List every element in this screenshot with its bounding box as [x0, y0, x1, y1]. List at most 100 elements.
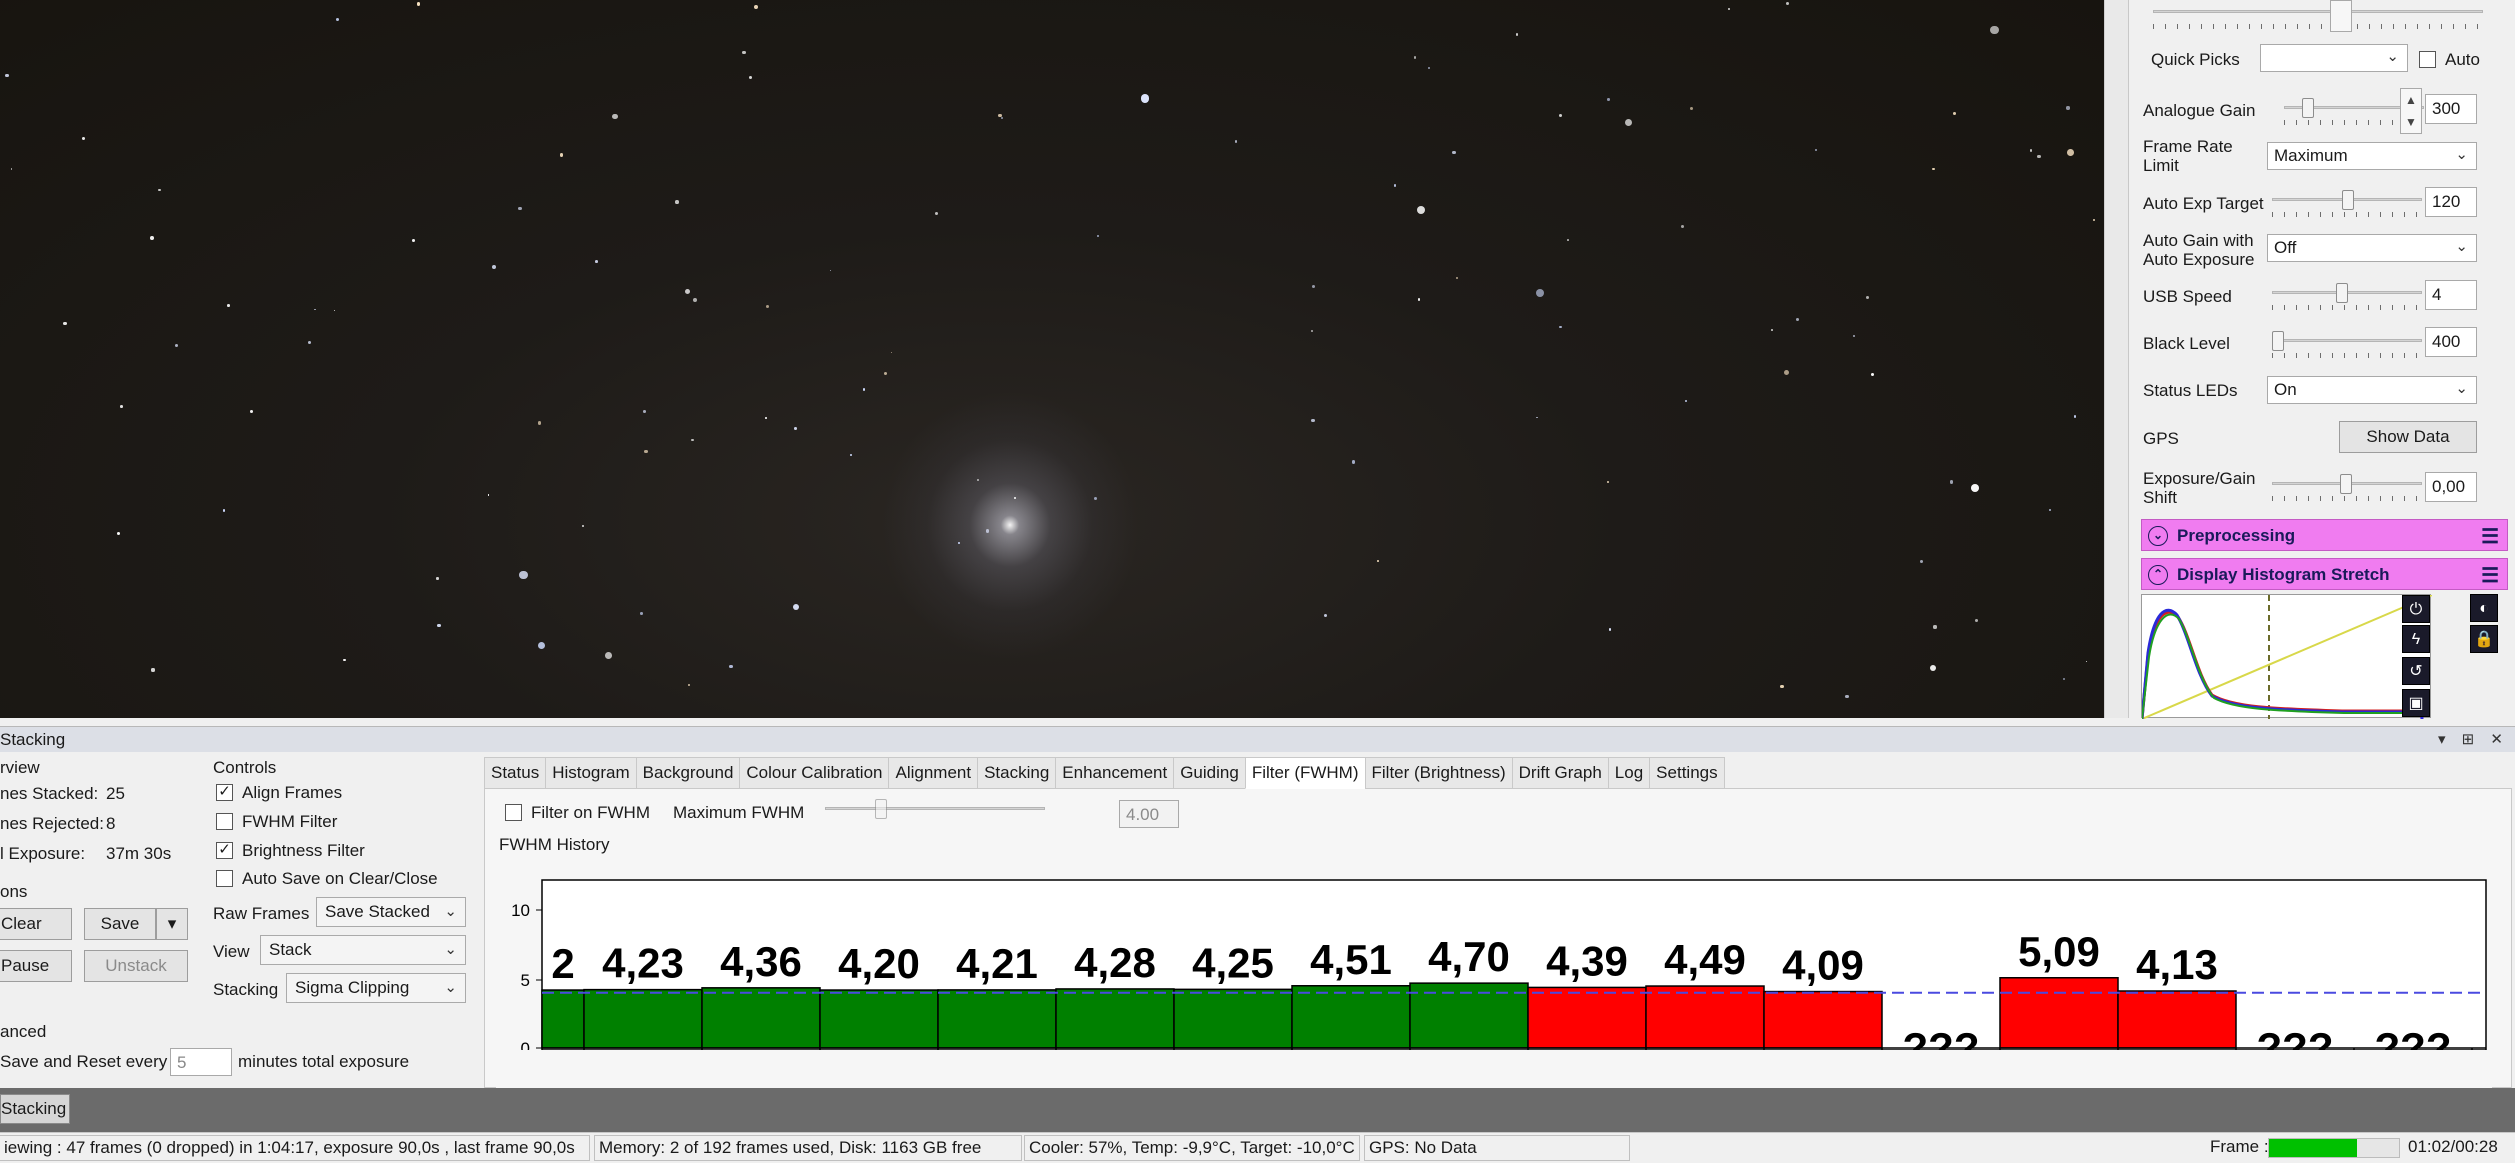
tab-filter-fwhm[interactable]: Filter (FWHM) — [1244, 757, 1366, 789]
power-icon[interactable]: ⏻ — [2402, 595, 2430, 623]
star — [793, 603, 800, 610]
histogram-stretch-graph[interactable]: ⏻ ϟ ↺ ▣ — [2140, 594, 2433, 720]
usb-speed-input[interactable]: 4 — [2425, 280, 2477, 310]
fwhm-bar-value-label: 4,21 — [956, 940, 1038, 987]
raw-frames-select[interactable]: Save Stacked ⌄ — [316, 897, 466, 927]
star — [117, 531, 121, 535]
clear-button[interactable]: Clear — [0, 908, 72, 940]
status-viewing: iewing : 47 frames (0 dropped) in 1:04:1… — [0, 1135, 590, 1161]
star — [753, 5, 758, 9]
analogue-gain-input[interactable]: 300 — [2425, 94, 2477, 124]
star — [538, 642, 546, 650]
exp-gain-shift-label: Exposure/Gain Shift — [2143, 469, 2256, 507]
top-spinner[interactable] — [2330, 0, 2352, 32]
fwhm-bar-value-label: 4,25 — [1192, 939, 1274, 986]
status-leds-select[interactable]: On ⌄ — [2267, 376, 2477, 404]
star — [2073, 415, 2077, 418]
menu-icon[interactable]: ☰ — [2481, 563, 2499, 588]
save-icon[interactable]: ▣ — [2402, 689, 2430, 717]
black-level-input[interactable]: 400 — [2425, 327, 2477, 357]
stacking-mode-select[interactable]: Sigma Clipping ⌄ — [286, 973, 466, 1003]
star — [1624, 119, 1632, 127]
exp-gain-shift-input[interactable]: 0,00 — [2425, 472, 2477, 502]
star — [2049, 509, 2052, 511]
star — [1785, 1, 1789, 6]
tab-settings[interactable]: Settings — [1649, 757, 1725, 789]
star — [1606, 98, 1610, 102]
filter-on-fwhm-checkbox[interactable]: Filter on FWHM — [505, 803, 650, 823]
save-dropdown-button[interactable]: ▾ — [156, 908, 188, 940]
actions-group-title: ons — [0, 882, 28, 901]
fwhm-bar — [1763, 990, 1883, 1049]
star — [935, 212, 939, 216]
lock-icon[interactable]: 🔒 — [2470, 625, 2498, 653]
auto-exp-target-label: Auto Exp Target — [2143, 194, 2264, 213]
star — [883, 371, 888, 375]
top-slider[interactable] — [2153, 2, 2483, 29]
stacking-toolbar-tab[interactable]: Stacking — [0, 1094, 70, 1124]
usb-speed-slider[interactable] — [2272, 283, 2422, 310]
viewport-scrollbar[interactable] — [2104, 0, 2128, 718]
pause-button[interactable]: Pause — [0, 950, 72, 982]
quick-picks-select[interactable]: ⌄ — [2260, 44, 2408, 72]
tab-enhancement[interactable]: Enhancement — [1055, 757, 1175, 789]
star — [594, 259, 598, 263]
tab-status[interactable]: Status — [484, 757, 547, 789]
stacking-panel-title: Stacking ▾ ⊞ ✕ — [0, 726, 2515, 752]
frames-stacked-row: nes Stacked: 25 — [0, 784, 125, 803]
align-frames-checkbox[interactable]: ✓ Align Frames — [216, 783, 342, 803]
star — [748, 75, 753, 80]
auto-exp-target-slider[interactable] — [2272, 190, 2422, 217]
reset-icon[interactable]: ↺ — [2402, 657, 2430, 685]
contrast-icon[interactable]: ◐ — [2470, 594, 2498, 622]
star — [1417, 298, 1420, 301]
lightning-icon[interactable]: ϟ — [2402, 625, 2430, 653]
star — [1312, 285, 1316, 289]
menu-icon[interactable]: ☰ — [2481, 524, 2499, 549]
histogram-stretch-section-header[interactable]: ⌃ Display Histogram Stretch ☰ — [2141, 558, 2508, 590]
save-button[interactable]: Save — [84, 908, 156, 940]
star — [1417, 205, 1426, 214]
fwhm-bar-value-label: 4,23 — [602, 940, 684, 987]
auto-checkbox[interactable]: Auto — [2419, 50, 2480, 70]
star — [333, 309, 336, 312]
show-data-button[interactable]: Show Data — [2339, 421, 2477, 453]
exp-gain-shift-slider[interactable] — [2272, 474, 2422, 501]
max-fwhm-slider[interactable] — [825, 799, 1045, 819]
save-reset-spinner[interactable]: 5 — [170, 1048, 232, 1076]
tab-log[interactable]: Log — [1607, 757, 1651, 789]
tab-colour-calibration[interactable]: Colour Calibration — [739, 757, 890, 789]
star — [1140, 94, 1150, 103]
image-viewport[interactable] — [0, 0, 2104, 718]
view-select[interactable]: Stack ⌄ — [260, 935, 466, 965]
quick-picks-label: Quick Picks — [2151, 50, 2240, 69]
panel-window-controls[interactable]: ▾ ⊞ ✕ — [2438, 727, 2509, 753]
black-level-slider[interactable] — [2272, 331, 2422, 358]
camera-control-panel: Quick Picks ⌄ Auto Analogue Gain ▲ ▼ 300 … — [2128, 0, 2515, 720]
tab-background[interactable]: Background — [635, 757, 741, 789]
max-fwhm-input[interactable]: 4.00 — [1119, 800, 1179, 828]
star — [862, 388, 865, 391]
unstack-button[interactable]: Unstack — [84, 950, 188, 982]
star — [1771, 329, 1773, 331]
tab-drift-graph[interactable]: Drift Graph — [1511, 757, 1609, 789]
fwhm-filter-checkbox[interactable]: FWHM Filter — [216, 812, 337, 832]
status-cooler: Cooler: 57%, Temp: -9,9°C, Target: -10,0… — [1024, 1135, 1360, 1161]
star — [119, 404, 123, 408]
tab-histogram[interactable]: Histogram — [545, 757, 637, 789]
star — [612, 113, 618, 120]
tab-filter-brightness[interactable]: Filter (Brightness) — [1364, 757, 1513, 789]
fwhm-bar-value-label: 4,49 — [1664, 936, 1746, 983]
auto-exp-target-input[interactable]: 120 — [2425, 187, 2477, 217]
tab-guiding[interactable]: Guiding — [1173, 757, 1246, 789]
tab-stacking[interactable]: Stacking — [977, 757, 1057, 789]
tab-alignment[interactable]: Alignment — [888, 757, 979, 789]
star — [149, 236, 154, 240]
auto-gain-select[interactable]: Off ⌄ — [2267, 234, 2477, 262]
brightness-filter-checkbox[interactable]: ✓ Brightness Filter — [216, 841, 365, 861]
analogue-gain-spinner[interactable]: ▲ ▼ — [2400, 88, 2422, 134]
star — [1558, 113, 1563, 117]
auto-save-checkbox[interactable]: Auto Save on Clear/Close — [216, 869, 438, 889]
preprocessing-section-header[interactable]: ⌄ Preprocessing ☰ — [2141, 519, 2508, 551]
frame-rate-select[interactable]: Maximum ⌄ — [2267, 142, 2477, 170]
